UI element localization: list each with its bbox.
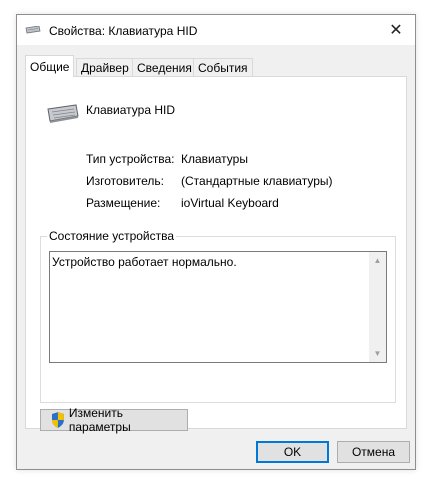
close-icon: ✕	[389, 22, 403, 39]
location-value: ioVirtual Keyboard	[181, 196, 279, 210]
change-settings-label: Изменить параметры	[68, 406, 131, 434]
device-type-label: Тип устройства:	[86, 152, 175, 166]
device-status-textbox[interactable]: Устройство работает нормально. ▲ ▼	[49, 251, 387, 363]
window-title: Свойства: Клавиатура HID	[49, 24, 198, 38]
device-status-text: Устройство работает нормально.	[52, 255, 237, 269]
keyboard-icon	[25, 26, 41, 34]
status-scrollbar[interactable]: ▲ ▼	[369, 252, 386, 362]
keyboard-icon	[47, 104, 79, 123]
ok-button[interactable]: OK	[256, 441, 329, 463]
cancel-label: Отмена	[351, 445, 396, 459]
tab-details[interactable]: Сведения	[132, 58, 197, 76]
location-label: Размещение:	[86, 196, 161, 210]
scroll-down-icon[interactable]: ▼	[369, 345, 386, 362]
general-tab-panel: Клавиатура HID Тип устройства: Клавиатур…	[25, 76, 407, 434]
cancel-button[interactable]: Отмена	[337, 441, 410, 463]
change-settings-button[interactable]: Изменить параметры	[40, 406, 188, 434]
tab-general[interactable]: Общие	[25, 55, 75, 77]
manufacturer-label: Изготовитель:	[86, 174, 164, 188]
properties-dialog: Свойства: Клавиатура HID ✕ Общие Драйвер…	[16, 14, 416, 470]
title-bar: Свойства: Клавиатура HID ✕	[17, 15, 415, 45]
manufacturer-value: (Стандартные клавиатуры)	[181, 174, 333, 188]
close-button[interactable]: ✕	[377, 15, 415, 45]
device-status-legend: Состояние устройства	[47, 229, 177, 243]
scroll-up-icon[interactable]: ▲	[369, 252, 386, 269]
tab-events[interactable]: События	[193, 58, 253, 76]
device-name: Клавиатура HID	[86, 103, 175, 117]
ok-label: OK	[283, 445, 302, 459]
device-type-value: Клавиатуры	[181, 152, 248, 166]
device-status-group: Состояние устройства Устройство работает…	[40, 229, 396, 403]
tab-driver[interactable]: Драйвер	[76, 58, 134, 76]
uac-shield-icon	[51, 412, 64, 428]
